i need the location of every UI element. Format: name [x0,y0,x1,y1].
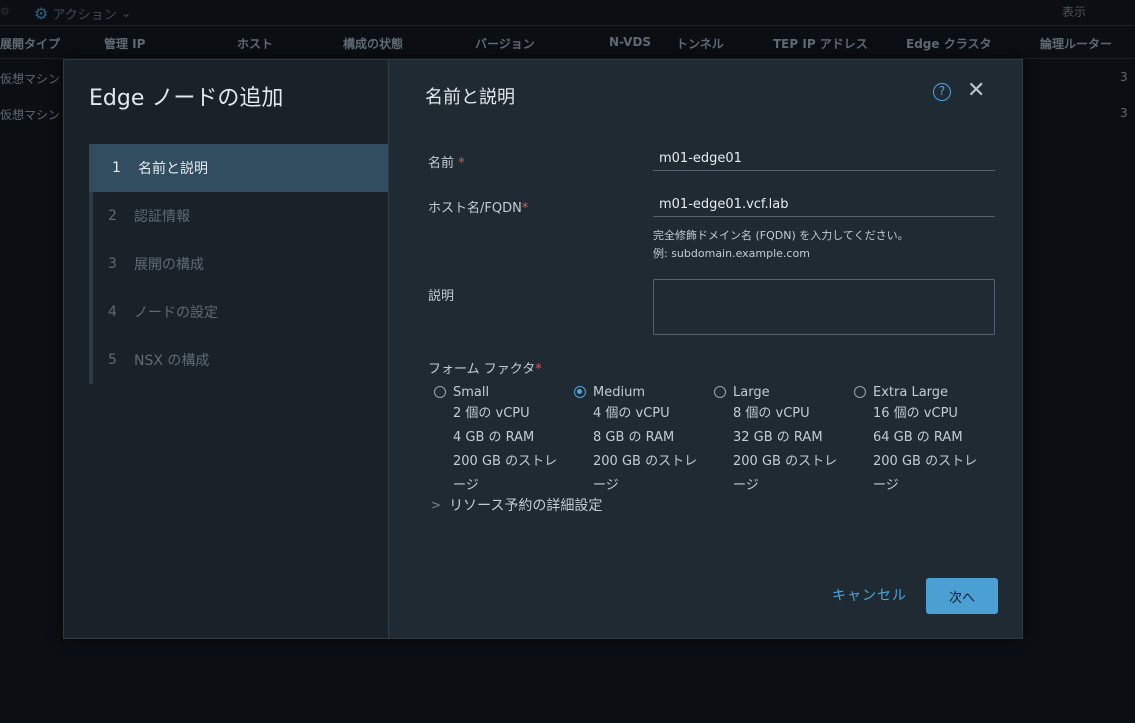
cancel-button[interactable]: キャンセル [832,585,907,605]
column-header[interactable]: Edge クラスタ [906,35,991,52]
form-factor-small: Small 2 個の vCPU 4 GB の RAM 200 GB のストレ ー… [434,382,574,498]
step-label: NSX の構成 [134,353,210,369]
form-factor-option[interactable]: Medium [574,382,714,402]
close-icon[interactable]: ✕ [967,79,985,103]
step-nsx-config[interactable]: 5 NSX の構成 [93,336,388,384]
column-header[interactable]: 管理 IP [104,35,145,52]
column-header[interactable]: バージョン [475,35,535,52]
column-header[interactable]: トンネル [676,35,724,52]
form-factor-extra-large: Extra Large 16 個の vCPU 64 GB の RAM 200 G… [854,382,994,498]
advanced-resource-reservation[interactable]: > リソース予約の詳細設定 [431,495,602,515]
spec-storage: 200 GB のストレ [873,454,978,469]
row-type: 仮想マシン [0,108,61,122]
step-label: 名前と説明 [138,161,208,177]
wizard-title: Edge ノードの追加 [89,86,284,111]
name-label-text: 名前 [428,156,455,171]
option-name: Medium [593,384,645,400]
spec-ram: 32 GB の RAM [733,430,823,445]
spec-cpu: 2 個の vCPU [453,406,530,421]
spec-ram: 64 GB の RAM [873,430,963,445]
radio-large[interactable] [714,386,726,398]
step-number: 5 [108,352,117,368]
step-label: ノードの設定 [134,305,218,321]
step-label: 展開の構成 [134,257,204,273]
background-toolbar: ⚙ ⚙ アクション ⌄ 表示 [0,0,1135,26]
name-input[interactable] [653,147,995,171]
column-header[interactable]: N-VDS [609,35,651,49]
option-name: Small [453,384,490,400]
add-edge-node-dialog: Edge ノードの追加 1 名前と説明 2 認証情報 3 展開の構成 4 ノード… [63,59,1023,639]
column-header[interactable]: 展開タイプ [0,35,60,52]
spec-cpu: 4 個の vCPU [593,406,670,421]
name-label: 名前 * [428,152,465,171]
step-number: 1 [112,160,121,176]
spec-storage-cont: ージ [873,478,899,493]
radio-small[interactable] [434,386,446,398]
chevron-right-icon: > [431,498,442,512]
chevron-down-icon: ⌄ [120,6,132,21]
radio-extra-large[interactable] [854,386,866,398]
next-button[interactable]: 次へ [926,578,998,614]
wizard-steps: 1 名前と説明 2 認証情報 3 展開の構成 4 ノードの設定 5 NSX の構… [89,144,388,384]
hostname-example: 例: subdomain.example.com [653,247,810,260]
row-type: 仮想マシン [0,72,61,86]
description-input[interactable] [653,279,995,335]
form-factor-option[interactable]: Small [434,382,574,402]
column-header[interactable]: 論理ルーター [1040,35,1112,52]
advanced-label: リソース予約の詳細設定 [449,498,603,514]
spec-storage: 200 GB のストレ [453,454,558,469]
form-factor-medium: Medium 4 個の vCPU 8 GB の RAM 200 GB のストレ … [574,382,714,498]
form-factor-large: Large 8 個の vCPU 32 GB の RAM 200 GB のストレ … [714,382,854,498]
step-number: 3 [108,256,117,272]
radio-medium[interactable] [574,386,586,398]
step-number: 2 [108,208,117,224]
spec-storage-cont: ージ [733,478,759,493]
step-label: 認証情報 [134,209,190,225]
actions-label: アクション [52,8,117,23]
column-header[interactable]: ホスト [237,35,273,52]
hostname-hint: 完全修飾ドメイン名 (FQDN) を入力してください。 [653,229,909,242]
step-deployment[interactable]: 3 展開の構成 [93,240,388,288]
view-button[interactable]: 表示 [1062,3,1086,20]
form-factor-label: フォーム ファクタ* [428,358,542,377]
hostname-label-text: ホスト名/FQDN [428,201,522,216]
option-name: Extra Large [873,384,949,400]
step-number: 4 [108,304,117,320]
step-credentials[interactable]: 2 認証情報 [93,192,388,240]
table-header: 展開タイプ 管理 IP ホスト 構成の状態 バージョン N-VDS トンネル T… [0,27,1135,59]
column-header[interactable]: TEP IP アドレス [773,35,868,52]
required-marker: * [521,201,529,216]
step-name-description[interactable]: 1 名前と説明 [89,144,388,192]
row-routers: 3 [1120,70,1128,84]
spec-ram: 4 GB の RAM [453,430,535,445]
spec-storage: 200 GB のストレ [733,454,838,469]
required-marker: * [458,156,465,171]
column-header[interactable]: 構成の状態 [343,35,403,52]
step-node-settings[interactable]: 4 ノードの設定 [93,288,388,336]
wizard-content: 名前と説明 ? ✕ 名前 * ホスト名/FQDN* 完全修飾ドメイン名 (FQD… [389,60,1022,638]
actions-menu[interactable]: ⚙ アクション ⌄ [34,4,132,23]
description-label: 説明 [428,289,455,304]
toolbar-left-icon: ⚙ [0,5,10,18]
form-factor-option[interactable]: Extra Large [854,382,994,402]
spec-cpu: 16 個の vCPU [873,406,958,421]
required-marker: * [535,362,542,377]
help-icon[interactable]: ? [933,83,951,101]
spec-cpu: 8 個の vCPU [733,406,810,421]
page-title: 名前と説明 [425,87,515,108]
hostname-label: ホスト名/FQDN* [428,197,528,216]
wizard-sidebar: Edge ノードの追加 1 名前と説明 2 認証情報 3 展開の構成 4 ノード… [64,60,389,638]
form-factor-option[interactable]: Large [714,382,854,402]
spec-storage: 200 GB のストレ [593,454,698,469]
spec-ram: 8 GB の RAM [593,430,675,445]
gear-icon: ⚙ [34,4,49,23]
hostname-input[interactable] [653,193,995,217]
row-routers: 3 [1120,106,1128,120]
form-factor-label-text: フォーム ファクタ [428,362,536,377]
option-name: Large [733,384,770,400]
